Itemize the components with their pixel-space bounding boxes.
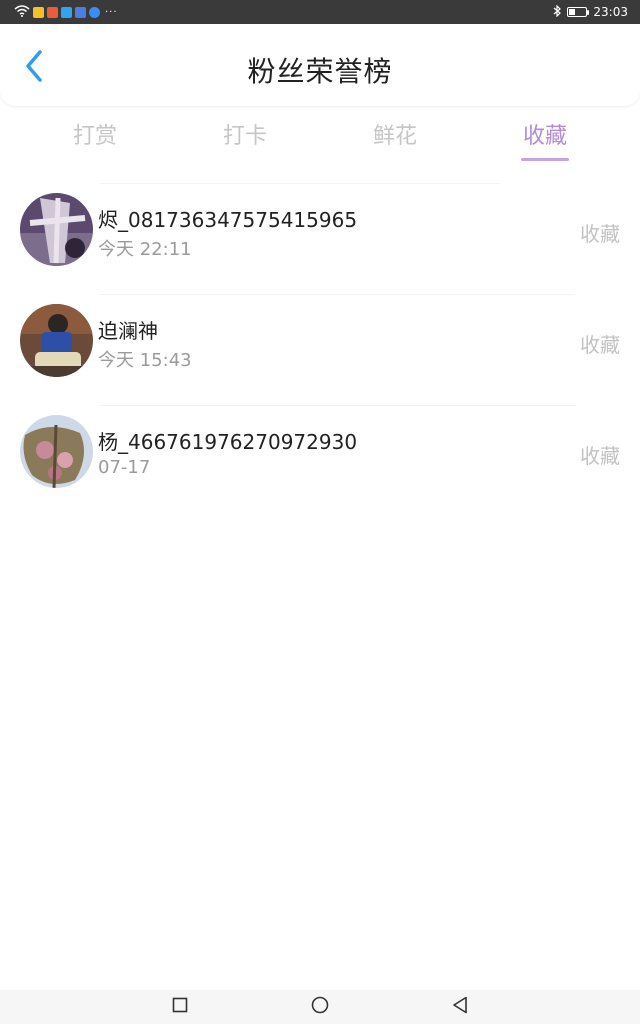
username: 迫澜神 [98,319,158,343]
tab-bar: 打赏 打卡 鲜花 收藏 [0,110,640,170]
page-title: 粉丝荣誉榜 [247,55,393,88]
tab-checkin[interactable]: 打卡 [205,118,285,150]
avatar[interactable] [20,193,93,266]
back-nav-button[interactable] [440,990,480,1024]
triangle-back-icon [452,996,468,1018]
status-bar-right: 23:03 [553,0,628,24]
status-bar: ··· 23:03 [0,0,640,24]
timestamp: 07-17 [98,457,151,478]
circle-icon [311,996,329,1018]
tab-favorites[interactable]: 收藏 [505,118,585,161]
recent-apps-button[interactable] [160,990,200,1024]
timestamp: 今天 22:11 [98,239,192,260]
tab-label: 鲜花 [372,124,417,149]
app-icon [61,6,72,18]
battery-icon [567,7,590,17]
list-item[interactable]: 杨_466761976270972930 07-17 收藏 [0,406,640,517]
status-bar-left: ··· [14,0,118,24]
status-time: 23:03 [593,5,628,19]
tab-label: 打卡 [222,124,267,149]
app-icon [47,6,58,18]
action-label: 收藏 [580,333,620,357]
square-icon [172,997,188,1017]
app-icon [33,6,44,18]
action-label: 收藏 [580,444,620,468]
avatar[interactable] [20,415,93,488]
wifi-icon [14,4,30,20]
bluetooth-icon [553,4,562,20]
navigation-bar [0,990,640,1024]
username: 烬_081736347575415965 [98,208,358,232]
fan-list: 烬_081736347575415965 今天 22:11 收藏 迫澜神 今天 … [0,184,640,517]
home-button[interactable] [300,990,340,1024]
tab-active-indicator [521,158,569,161]
app-icon [89,6,100,18]
timestamp: 今天 15:43 [98,350,192,371]
more-icon: ··· [105,6,118,18]
app-icon [75,6,86,18]
tab-label: 打赏 [72,124,117,149]
list-item[interactable]: 迫澜神 今天 15:43 收藏 [0,295,640,406]
tab-label: 收藏 [522,124,567,149]
avatar[interactable] [20,304,93,377]
tab-flowers[interactable]: 鲜花 [355,118,435,150]
header: 粉丝荣誉榜 [0,24,640,106]
list-item[interactable]: 烬_081736347575415965 今天 22:11 收藏 [0,184,640,295]
username: 杨_466761976270972930 [98,430,358,454]
tab-tip[interactable]: 打赏 [55,118,135,150]
action-label: 收藏 [580,222,620,246]
